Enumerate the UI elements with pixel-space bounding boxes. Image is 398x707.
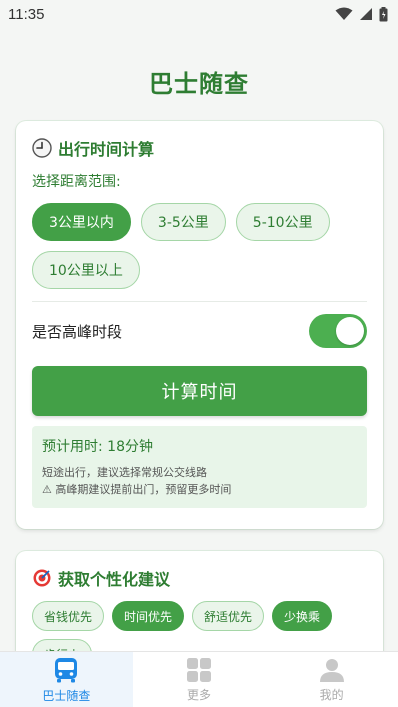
distance-chip-10km-plus[interactable]: 10公里以上: [32, 251, 140, 289]
target-icon: [33, 569, 51, 587]
status-icons: [335, 6, 388, 22]
nav-item-bus[interactable]: 巴士随查: [0, 652, 133, 707]
pref-chip-time[interactable]: 时间优先: [112, 601, 185, 631]
status-bar: 11:35: [0, 0, 398, 28]
distance-chips: 3公里以内 3-5公里 5-10公里 10公里以上: [32, 203, 367, 289]
result-tip-2: ⚠ 高峰期建议提前出门，预留更多时间: [42, 483, 232, 496]
clock-icon: [32, 138, 52, 158]
toggle-knob: [336, 317, 364, 345]
travel-time-card: 出行时间计算 选择距离范围: 3公里以内 3-5公里 5-10公里 10公里以上…: [16, 121, 383, 529]
wifi-icon: [335, 7, 353, 20]
pref-chip-comfort[interactable]: 舒适优先: [192, 601, 265, 631]
bus-icon: [55, 657, 78, 682]
pref-chip-fewer-transfers[interactable]: 少换乘: [272, 601, 333, 631]
result-tip-1: 短途出行，建议选择常规公交线路: [42, 466, 207, 479]
status-time: 11:35: [8, 5, 45, 23]
travel-time-card-title: 出行时间计算: [32, 137, 367, 159]
calculate-button[interactable]: 计算时间: [32, 366, 367, 416]
signal-icon: [360, 8, 372, 20]
app-title: 巴士随查: [149, 70, 249, 98]
nav-item-more[interactable]: 更多: [133, 652, 266, 707]
grid-icon: [187, 657, 211, 682]
nav-label-bus: 巴士随查: [42, 688, 91, 703]
bottom-nav: 巴士随查 更多 我的: [0, 651, 398, 707]
battery-icon: [379, 6, 388, 21]
card-title-text: 获取个性化建议: [58, 570, 171, 589]
advice-card-title: 获取个性化建议: [32, 567, 367, 589]
peak-toggle-row: 是否高峰时段: [32, 314, 367, 348]
distance-label: 选择距离范围:: [32, 174, 121, 190]
result-estimate: 预计用时: 18分钟: [42, 439, 153, 455]
peak-toggle[interactable]: [309, 314, 367, 348]
result-box: 预计用时: 18分钟 短途出行，建议选择常规公交线路 ⚠ 高峰期建议提前出门，预…: [32, 426, 367, 508]
nav-item-mine[interactable]: 我的: [265, 652, 398, 707]
distance-chip-3-5km[interactable]: 3-5公里: [140, 203, 226, 241]
divider: [32, 301, 367, 302]
person-icon: [319, 658, 344, 682]
nav-label-more: 更多: [187, 687, 212, 702]
distance-chip-3km[interactable]: 3公里以内: [32, 203, 131, 241]
nav-label-mine: 我的: [319, 687, 344, 702]
card-title-text: 出行时间计算: [58, 140, 155, 159]
distance-chip-5-10km[interactable]: 5-10公里: [235, 203, 330, 241]
pref-chip-save-money[interactable]: 省钱优先: [32, 601, 105, 631]
peak-label: 是否高峰时段: [32, 322, 123, 341]
